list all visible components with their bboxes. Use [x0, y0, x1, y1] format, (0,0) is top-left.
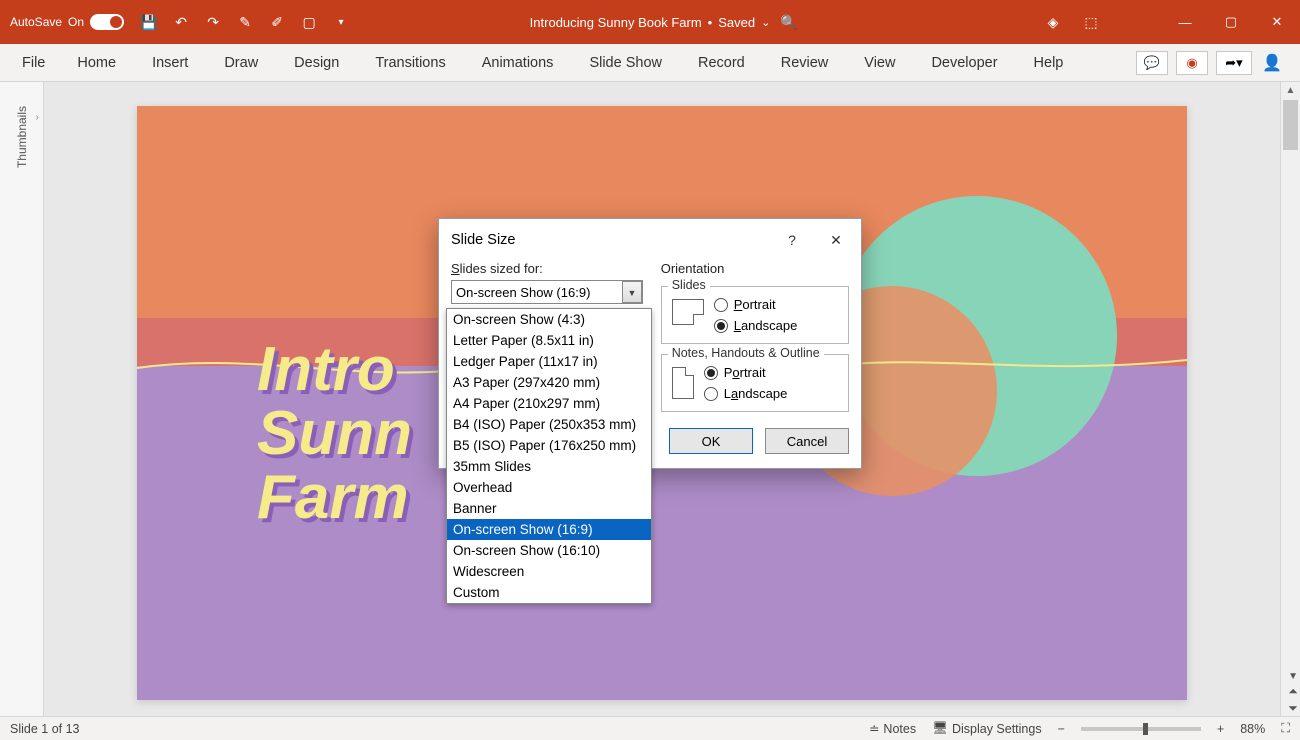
landscape-page-icon	[672, 299, 704, 325]
sized-for-combo[interactable]: On-screen Show (16:9) ▼	[451, 280, 643, 304]
window-mode-icon[interactable]: ⬚	[1082, 13, 1100, 31]
dd-option[interactable]: Letter Paper (8.5x11 in)	[447, 330, 651, 351]
close-button[interactable]: ✕	[1254, 0, 1300, 44]
zoom-level[interactable]: 88%	[1240, 722, 1265, 736]
dd-option[interactable]: 35mm Slides	[447, 456, 651, 477]
tab-transitions[interactable]: Transitions	[357, 47, 463, 79]
redo-icon[interactable]: ↷	[204, 13, 222, 31]
sized-for-dropdown[interactable]: On-screen Show (4:3) Letter Paper (8.5x1…	[446, 308, 652, 604]
dd-option[interactable]: B5 (ISO) Paper (176x250 mm)	[447, 435, 651, 456]
portrait-page-icon	[672, 367, 694, 399]
customize-qat-icon[interactable]: ▾	[332, 13, 350, 31]
sized-for-label: Slides sized for:	[451, 261, 649, 276]
zoom-knob[interactable]	[1143, 723, 1148, 735]
autosave-label: AutoSave	[10, 15, 62, 29]
save-icon[interactable]: 💾	[140, 13, 158, 31]
thumbnails-pane[interactable]: › Thumbnails	[0, 82, 44, 716]
slides-landscape-radio[interactable]: Landscape	[714, 318, 798, 333]
zoom-slider[interactable]	[1081, 727, 1201, 731]
dd-option[interactable]: On-screen Show (16:10)	[447, 540, 651, 561]
tab-design[interactable]: Design	[276, 47, 357, 79]
slide-indicator[interactable]: Slide 1 of 13	[10, 722, 80, 736]
fit-to-window-button[interactable]: ⛶	[1281, 721, 1290, 736]
search-icon[interactable]: 🔍	[780, 14, 797, 31]
dd-option[interactable]: On-screen Show (4:3)	[447, 309, 651, 330]
dd-option[interactable]: A4 Paper (210x297 mm)	[447, 393, 651, 414]
file-tab[interactable]: File	[8, 47, 59, 79]
scroll-up-icon[interactable]: ▲	[1281, 82, 1300, 100]
notes-orientation-group: Notes, Handouts & Outline Portrait Lands…	[661, 354, 849, 412]
dd-option[interactable]: A3 Paper (297x420 mm)	[447, 372, 651, 393]
tab-developer[interactable]: Developer	[913, 47, 1015, 79]
tab-animations[interactable]: Animations	[464, 47, 572, 79]
cancel-button[interactable]: Cancel	[765, 428, 849, 454]
dd-option[interactable]: Ledger Paper (11x17 in)	[447, 351, 651, 372]
undo-icon[interactable]: ↶	[172, 13, 190, 31]
dd-option[interactable]: Banner	[447, 498, 651, 519]
dd-option[interactable]: Overhead	[447, 477, 651, 498]
comments-button[interactable]: 💬	[1136, 51, 1168, 75]
slides-portrait-radio[interactable]: Portrait	[714, 297, 798, 312]
account-icon[interactable]: 👤	[1260, 51, 1284, 75]
vertical-scrollbar[interactable]: ▲ ▼ ⏶ ⏷	[1280, 82, 1300, 716]
quick-access-toolbar: 💾 ↶ ↷ ✎ ✐ ▢ ▾	[140, 13, 350, 31]
notes-portrait-radio[interactable]: Portrait	[704, 365, 788, 380]
orientation-label: Orientation	[661, 261, 849, 276]
thumbnails-label: Thumbnails	[15, 106, 29, 168]
scroll-down-icon[interactable]: ▼	[1288, 671, 1298, 682]
notes-landscape-radio[interactable]: Landscape	[704, 386, 788, 401]
scrollbar-thumb[interactable]	[1283, 100, 1298, 150]
maximize-button[interactable]: ▢	[1208, 0, 1254, 44]
pen-icon[interactable]: ✎	[236, 13, 254, 31]
dialog-titlebar[interactable]: Slide Size ? ✕	[439, 219, 861, 261]
tab-review[interactable]: Review	[763, 47, 847, 79]
display-settings-button[interactable]: 🖥Display Settings	[932, 721, 1042, 736]
dd-option-selected[interactable]: On-screen Show (16:9)	[447, 519, 651, 540]
prev-slide-icon[interactable]: ⏶	[1288, 684, 1298, 699]
title-bar: AutoSave On 💾 ↶ ↷ ✎ ✐ ▢ ▾ Introducing Su…	[0, 0, 1300, 44]
doc-name: Introducing Sunny Book Farm	[530, 15, 702, 30]
dialog-title: Slide Size	[451, 232, 515, 248]
record-button[interactable]: ◉	[1176, 51, 1208, 75]
zoom-out-button[interactable]: −	[1058, 722, 1065, 736]
notes-icon: ≐	[869, 721, 879, 736]
zoom-in-button[interactable]: +	[1217, 722, 1224, 736]
help-icon[interactable]: ?	[779, 232, 805, 248]
dd-option[interactable]: Widescreen	[447, 561, 651, 582]
tab-draw[interactable]: Draw	[206, 47, 276, 79]
eraser-icon[interactable]: ✐	[268, 13, 286, 31]
present-icon[interactable]: ▢	[300, 13, 318, 31]
tab-insert[interactable]: Insert	[134, 47, 206, 79]
tab-view[interactable]: View	[846, 47, 913, 79]
slides-legend: Slides	[668, 278, 710, 292]
autosave-state: On	[68, 15, 84, 29]
save-state: Saved	[718, 15, 755, 30]
window-controls: — ▢ ✕	[1162, 0, 1300, 44]
tab-help[interactable]: Help	[1016, 47, 1082, 79]
display-icon: 🖥	[932, 721, 948, 736]
minimize-button[interactable]: —	[1162, 0, 1208, 44]
ok-button[interactable]: OK	[669, 428, 753, 454]
expand-icon[interactable]: ›	[36, 112, 39, 123]
chevron-down-icon[interactable]: ▼	[622, 281, 642, 303]
autosave[interactable]: AutoSave On	[10, 14, 124, 30]
document-title[interactable]: Introducing Sunny Book Farm • Saved ⌄	[530, 15, 771, 30]
tab-home[interactable]: Home	[59, 47, 134, 79]
tab-slideshow[interactable]: Slide Show	[571, 47, 680, 79]
dd-option[interactable]: B4 (ISO) Paper (250x353 mm)	[447, 414, 651, 435]
autosave-toggle[interactable]	[90, 14, 124, 30]
notes-legend: Notes, Handouts & Outline	[668, 346, 824, 360]
notes-button[interactable]: ≐Notes	[869, 721, 916, 736]
dd-option[interactable]: Custom	[447, 582, 651, 603]
ribbon-tabs: File Home Insert Draw Design Transitions…	[0, 44, 1300, 82]
tab-record[interactable]: Record	[680, 47, 763, 79]
diamond-icon[interactable]: ◈	[1044, 13, 1062, 31]
close-icon[interactable]: ✕	[823, 232, 849, 249]
next-slide-icon[interactable]: ⏷	[1288, 701, 1298, 716]
slides-orientation-group: Slides Portrait Landscape	[661, 286, 849, 344]
chevron-down-icon[interactable]: ⌄	[761, 16, 770, 29]
slide-title-text[interactable]: Intro Sunn Farm	[257, 338, 412, 531]
status-bar: Slide 1 of 13 ≐Notes 🖥Display Settings −…	[0, 716, 1300, 740]
share-button[interactable]: ➦▾	[1216, 51, 1252, 75]
